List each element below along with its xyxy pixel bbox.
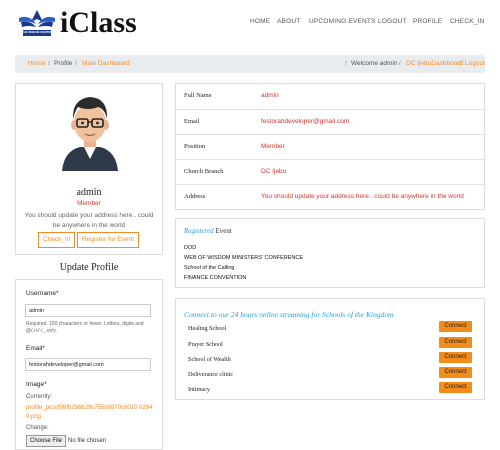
crumb-sep: / <box>345 60 347 67</box>
register-event-button[interactable]: Register for Event <box>77 232 140 248</box>
detail-row-church-branch: Church Branch DC Ijebu <box>176 159 486 183</box>
connect-button[interactable]: Connect <box>439 321 472 332</box>
update-profile-title: Update Profile <box>59 262 119 273</box>
streaming-panel: Connect to our 24 hours online streaming… <box>175 298 485 400</box>
details-panel: Full Name admin Email festorahdeveloper@… <box>175 83 486 210</box>
detail-row-email: Email festorahdeveloper@gmail.com <box>176 109 486 133</box>
streaming-heading: Connect to our 24 hours online streaming… <box>184 310 394 319</box>
profile-role: Member <box>77 200 101 207</box>
nav-upcoming-events[interactable]: UPCOMING EVENTS <box>309 18 376 25</box>
choose-file-button[interactable]: Choose File <box>26 435 67 447</box>
detail-row-address: Address You should update your address h… <box>176 184 486 208</box>
avatar <box>58 89 122 171</box>
email-input[interactable]: festorahdeveloper@gmail.com <box>25 358 151 371</box>
welcome-text: Welcome admin <box>351 60 398 67</box>
brand-emblem <box>17 6 57 42</box>
image-label: Image* <box>26 381 47 388</box>
check-in-button[interactable]: Check_in <box>38 232 76 248</box>
crumb-profile: Profile <box>54 60 73 67</box>
username-label: Username* <box>26 290 59 297</box>
nav-logout[interactable]: LOGOUT <box>378 18 407 25</box>
detail-value: DC Ijebu <box>261 168 287 175</box>
profile-username: admin <box>76 187 102 198</box>
nav-check-in[interactable]: CHECK_IN <box>450 18 484 25</box>
nav-profile[interactable]: PROFILE <box>413 18 442 25</box>
profile-card: admin Member You should update your addr… <box>15 83 163 255</box>
detail-key: Position <box>184 143 206 150</box>
username-help: Required. 150 characters or fewer. Lette… <box>26 321 144 334</box>
event-item: School of the Calling <box>184 265 235 271</box>
detail-value: admin <box>261 92 279 99</box>
nav-about[interactable]: ABOUT <box>277 18 300 25</box>
school-deliverance: Deliverance clinic <box>188 371 234 378</box>
detail-key: Church Branch <box>184 168 224 175</box>
school-wealth: School of Wealth <box>188 356 231 363</box>
events-heading-em: Registered <box>184 227 214 235</box>
username-input[interactable]: admin <box>25 304 151 317</box>
change-label: Change: <box>26 425 49 431</box>
profile-address-note: You should update your address here.. co… <box>24 212 154 229</box>
connect-button[interactable]: Connect <box>439 367 472 378</box>
school-intimacy: Intimacy <box>188 386 210 393</box>
no-file-text: No file chosen <box>68 438 107 444</box>
registered-events-panel: Registered Event DOD WEB OF WISDOM MINIS… <box>175 218 485 288</box>
crumb-home[interactable]: Home <box>28 60 45 67</box>
logout-link[interactable]: Logout <box>465 60 485 67</box>
school-prayer: Prayer School <box>188 341 223 348</box>
events-heading: Registered Event <box>184 227 232 235</box>
detail-value: Member <box>261 143 285 150</box>
email-label: Email* <box>26 345 45 352</box>
dashboard-link[interactable]: DC IjebuDashboard <box>406 60 463 67</box>
currently-label: Currently: <box>26 394 53 400</box>
detail-row-full-name: Full Name admin <box>176 84 486 108</box>
detail-value: You should update your address here.. co… <box>261 193 464 200</box>
connect-button[interactable]: Connect <box>439 337 472 348</box>
events-heading-rest: Event <box>215 227 232 235</box>
event-item: DOD <box>184 245 197 251</box>
crumb-sep: / <box>459 60 461 67</box>
breadcrumb: Home / Profile / Main Dashboard / Welcom… <box>15 55 485 73</box>
detail-key: Email <box>184 118 200 125</box>
detail-key: Full Name <box>184 92 212 99</box>
update-profile-form: Username* admin Required. 150 characters… <box>15 279 163 450</box>
crumb-sep: / <box>399 60 401 67</box>
crumb-sep: / <box>75 60 77 67</box>
crumb-sep: / <box>48 60 50 67</box>
event-item: FINANCE CONVENTION <box>184 275 247 281</box>
crumb-main-dashboard[interactable]: Main Dashboard <box>82 60 130 67</box>
nav-home[interactable]: HOME <box>250 18 270 25</box>
school-healing: Healing School <box>188 325 227 332</box>
connect-button[interactable]: Connect <box>439 382 472 393</box>
current-image-link[interactable]: profile_pics/5f6fb256629c755b8870c6010 0… <box>26 404 154 422</box>
brand-name: iClass <box>60 6 137 39</box>
brand-emblem-text: THE DREAM CENTRE <box>21 30 53 34</box>
detail-key: Address <box>184 193 206 200</box>
event-item: WEB OF WISDOM MINISTERS' CONFERENCE <box>184 255 303 261</box>
detail-row-position: Position Member <box>176 134 486 158</box>
connect-button[interactable]: Connect <box>439 352 472 363</box>
detail-value: festorahdeveloper@gmail.com <box>261 118 350 125</box>
